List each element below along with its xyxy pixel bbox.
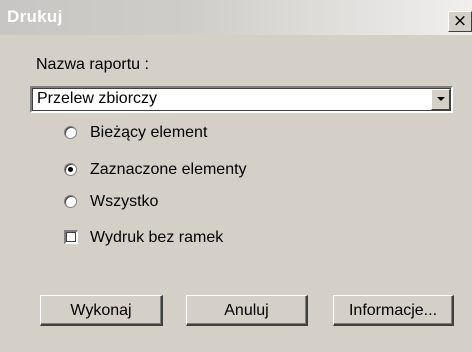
close-icon: ×	[452, 11, 468, 31]
radio-selected-elements-label[interactable]: Zaznaczone elementy	[90, 161, 247, 179]
no-frames-label[interactable]: Wydruk bez ramek	[90, 229, 223, 247]
radio-selected-elements[interactable]	[64, 163, 77, 176]
radio-current-element[interactable]	[64, 126, 77, 139]
report-select[interactable]: Przelew zbiorczy	[30, 86, 453, 113]
radio-current-element-label[interactable]: Bieżący element	[90, 124, 207, 142]
cancel-button[interactable]: Anuluj	[186, 295, 308, 326]
window-title: Drukuj	[7, 7, 63, 26]
close-button[interactable]: ×	[448, 11, 472, 32]
chevron-down-icon[interactable]	[431, 89, 450, 110]
execute-button[interactable]: Wykonaj	[40, 295, 163, 326]
no-frames-checkbox[interactable]	[64, 230, 78, 244]
report-name-label: Nazwa raportu :	[36, 56, 149, 73]
radio-all[interactable]	[64, 195, 77, 208]
title-bar: Drukuj ×	[0, 0, 472, 35]
report-select-value: Przelew zbiorczy	[37, 90, 158, 107]
info-button[interactable]: Informacje...	[333, 295, 454, 326]
radio-all-label[interactable]: Wszystko	[90, 193, 158, 211]
print-dialog: Drukuj × Nazwa raportu : Przelew zbiorcz…	[0, 0, 472, 352]
